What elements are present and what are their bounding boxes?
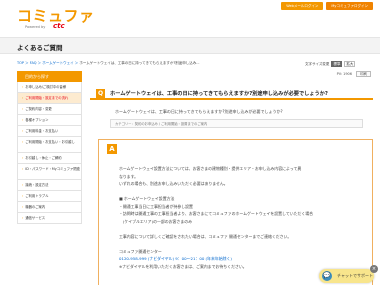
font-size-control: 文字サイズ変更 標準 拡大 [305,61,356,67]
breadcrumb-top[interactable]: TOP [17,61,24,65]
sidebar-item-label: 接続・設定方法 [25,183,49,187]
chevron-right-icon: › [22,107,24,111]
title-bar: よくあるご質問 [0,37,380,54]
chat-support-button[interactable]: 💬 チャットでサポート × [319,265,378,283]
chevron-right-icon: › [22,85,24,89]
sidebar-item-label: 機器のご案内 [25,205,46,209]
breadcrumb-current: ホームゲートウェイは、工事の日に持ってきてもらえますか?別途申し込み... [79,61,200,65]
sidebar-item-label: ID・パスワード・Myコミュファ関連 [25,167,80,171]
sidebar-item-label: ご利用開始・設定までの流れ [25,96,69,100]
sidebar-item-setup-flow[interactable]: › ご利用開始・設定までの流れ [17,93,82,104]
sidebar-item-id-password[interactable]: › ID・パスワード・Myコミュファ関連 [17,164,82,180]
view-tools: PV: 1906 印刷 [337,71,371,77]
sidebar-item-label: ご契約内容・変更 [25,107,52,111]
sidebar-item-trouble[interactable]: › ご利用トラブル [17,191,82,202]
answer-line: ■ ホームゲートウェイ設置方法 [119,196,175,201]
sidebar-item-label: お引越し・休止・ご解約 [25,156,62,160]
answer-line: 工事内容について詳しくご確認をされたい場合は、コミュファ 開通センターまでご連絡… [119,233,292,239]
breadcrumb-category[interactable]: ホームゲートウェイ [42,61,73,65]
print-button[interactable]: 印刷 [356,71,371,77]
answer-line: ・開通工事当日に工事担当者が持参し設置 [119,203,193,209]
question-title: ホームゲートウェイは、工事の日に持ってきてもらえますか?別途申し込みが必要でしょ… [110,91,328,97]
sidebar-item-move-cancel[interactable]: › お引越し・休止・ご解約 [17,153,82,164]
sidebar-item-label: ご利用トラブル [25,194,49,198]
font-size-standard-button[interactable]: 標準 [331,61,343,67]
answer-line: (ケイブルエリア)の一部のお客さまのみ [119,218,192,224]
sidebar-item-label: 通信サービス [25,216,46,220]
breadcrumb-faq[interactable]: FAQ [30,61,37,65]
answer-line: コミュファ開通センター [119,248,162,254]
question-header: Q ホームゲートウェイは、工事の日に持ってきてもらえますか?別途申し込みが必要で… [90,88,373,100]
sidebar-item-contract[interactable]: › ご契約内容・変更 [17,104,82,115]
sidebar-item-connection[interactable]: › 接続・設定方法 [17,180,82,191]
commufa-logo[interactable]: コミュファ Powered by ctc [17,9,95,31]
logo-powered-by: Powered by [25,25,46,29]
chevron-right-icon: › [22,216,24,220]
category-label[interactable]: カテゴリー：契約のお申込み / ご利用開始・設置までのご案内 [110,119,363,128]
sidebar-item-devices[interactable]: › 機器のご案内 [17,202,82,213]
chevron-right-icon: › [22,183,24,187]
top-links: Webメールログイン Myコミュファログイン [281,2,373,10]
sidebar-item-label: ご利用料金・お支払い [25,129,59,133]
font-size-label: 文字サイズ変更 [305,61,330,66]
sidebar-item-label: ご利用開始・お支払い・お引越し [25,140,75,144]
sidebar-item-start-payment[interactable]: › ご利用開始・お支払い・お引越し [17,137,82,153]
chevron-right-icon: › [22,118,24,122]
answer-line: ホームゲートウェイ設置方法については、お客さまの建物種別・提供エリア・お申し込み… [119,166,302,171]
sidebar-item-services[interactable]: › 通信サービス [17,213,82,224]
sidebar-item-label: お申し込み/ご検討中の皆様 [25,85,67,89]
sidebar-item-label: 各種オプション [25,118,49,122]
answer-line[interactable]: 0120-958-999 (ナビダイヤル) 9：00〜21：00 (年末年始除く… [119,256,232,262]
page-views: PV: 1906 [336,72,352,76]
sidebar-item-options[interactable]: › 各種オプション [17,115,82,126]
answer-line: ※ナビダイヤルを利用いただくお客さまは、ご案内までお待ちください。 [119,263,247,269]
sidebar: 目的から探す › お申し込み/ご検討中の皆様 › ご利用開始・設定までの流れ › ご契… [17,71,82,224]
chat-support-label: チャットでサポート [337,273,373,278]
chevron-right-icon: › [22,96,24,100]
question-body: ホームゲートウェイは、工事の日に持ってきてもらえますか?別途申し込みが必要でしょ… [115,109,283,114]
chevron-right-icon: › [22,129,24,133]
chevron-right-icon: › [22,205,24,209]
chevron-right-icon: › [22,140,24,144]
chevron-right-icon: › [22,194,24,198]
answer-line: ・訪問時は開通工事の工事担当者より、お客さまにてコミュファのホームゲートウェイを… [119,211,314,216]
close-icon[interactable]: × [370,265,378,273]
breadcrumb: TOP ＞ FAQ ＞ ホームゲートウェイ ＞ ホームゲートウェイは、工事の日に… [17,61,200,65]
sidebar-item-application[interactable]: › お申し込み/ご検討中の皆様 [17,82,82,93]
chevron-right-icon: › [22,156,24,160]
webmail-login-link[interactable]: Webメールログイン [281,2,324,10]
page-title: よくあるご質問 [17,44,63,52]
mycommufa-login-link[interactable]: Myコミュファログイン [326,2,373,10]
answer-badge: A [107,144,117,154]
sidebar-item-fees[interactable]: › ご利用料金・お支払い [17,126,82,137]
answer-box: A ホームゲートウェイ設置方法については、お客さまの建物種別・提供エリア・お申し… [98,139,373,285]
chevron-right-icon: › [22,167,24,171]
logo-ctc: ctc [53,22,65,30]
sidebar-title: 目的から探す [17,71,82,82]
answer-line: なります。 [119,173,139,179]
font-size-large-button[interactable]: 拡大 [344,61,356,67]
site-header: コミュファ Powered by ctc Webメールログイン Myコミュファロ… [0,0,380,36]
chat-icon: 💬 [322,271,332,281]
question-badge: Q [96,89,105,98]
answer-line: いずれの場合も、別途お申し込みいただく必要はありません。 [119,181,228,186]
